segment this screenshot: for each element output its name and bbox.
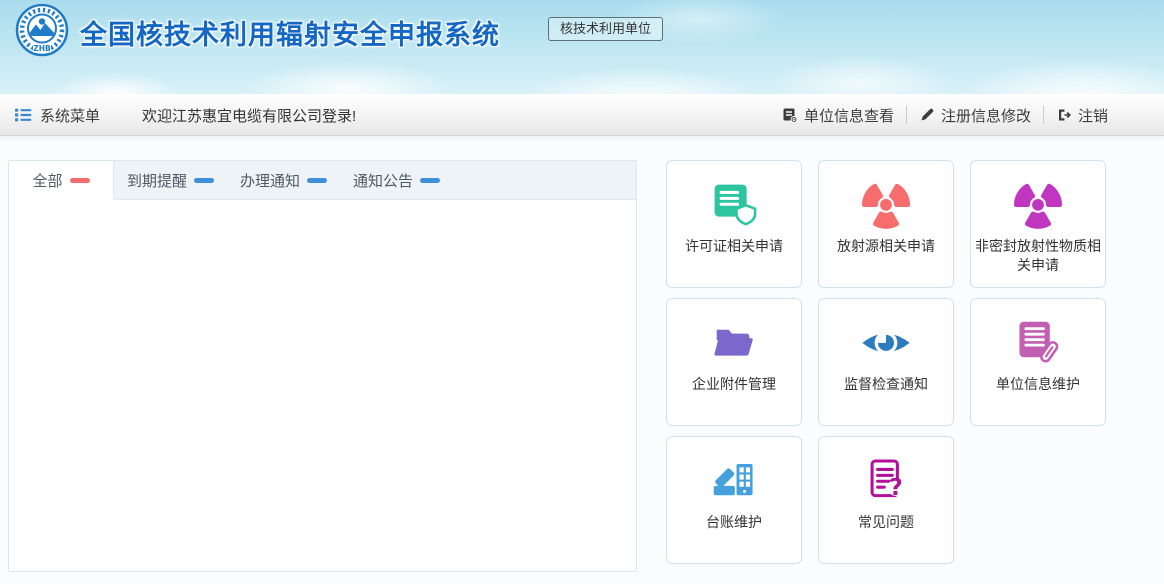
card-label: 企业附件管理 <box>688 375 780 394</box>
page: ZHB 全国核技术利用辐射安全申报系统 核技术利用单位 系统菜单 欢迎江苏惠宜电… <box>0 0 1164 584</box>
doc-paperclip-icon <box>1011 315 1065 369</box>
tab-processing-notice[interactable]: 办理通知 <box>227 161 340 199</box>
logout-link[interactable]: 注销 <box>1056 105 1108 126</box>
radiation-icon <box>859 177 913 231</box>
app-logo-icon: ZHB <box>14 2 70 58</box>
card-supervision-inspection-notice[interactable]: 监督检查通知 <box>818 298 954 426</box>
card-ledger-maintenance[interactable]: 台账维护 <box>666 436 802 564</box>
divider <box>1043 106 1044 124</box>
register-info-edit-label: 注册信息修改 <box>941 105 1031 126</box>
notice-tabbar: 全部 到期提醒 办理通知 通知公告 <box>9 161 636 200</box>
card-label: 单位信息维护 <box>992 375 1084 394</box>
card-label: 非密封放射性物质相关申请 <box>971 237 1105 275</box>
unit-info-icon <box>782 107 798 123</box>
tab-dash <box>307 178 327 183</box>
card-license-application[interactable]: 许可证相关申请 <box>666 160 802 288</box>
pencil-icon <box>919 107 935 123</box>
divider <box>906 106 907 124</box>
card-faq[interactable]: ? 常见问题 <box>818 436 954 564</box>
tab-expiry-reminder[interactable]: 到期提醒 <box>114 161 227 199</box>
unit-info-view-label: 单位信息查看 <box>804 105 894 126</box>
menubar-actions: 单位信息查看 注册信息修改 注销 <box>782 105 1150 126</box>
radiation-icon <box>1011 177 1065 231</box>
card-label: 放射源相关申请 <box>833 237 939 256</box>
system-menu-button[interactable]: 系统菜单 <box>14 105 100 126</box>
menu-list-icon <box>14 107 32 123</box>
card-label: 台账维护 <box>702 513 766 532</box>
tab-all[interactable]: 全部 <box>9 161 114 200</box>
svg-text:ZHB: ZHB <box>33 44 51 53</box>
user-type-badge: 核技术利用单位 <box>548 17 663 41</box>
ledger-building-icon <box>707 453 761 507</box>
card-radiation-source-application[interactable]: 放射源相关申请 <box>818 160 954 288</box>
faq-doc-icon: ? <box>859 453 913 507</box>
register-info-edit-link[interactable]: 注册信息修改 <box>919 105 1031 126</box>
unit-info-view-link[interactable]: 单位信息查看 <box>782 105 894 126</box>
card-label: 常见问题 <box>854 513 918 532</box>
card-unsealed-material-application[interactable]: 非密封放射性物质相关申请 <box>970 160 1106 288</box>
card-unit-info-maintenance[interactable]: 单位信息维护 <box>970 298 1106 426</box>
menubar: 系统菜单 欢迎江苏惠宜电缆有限公司登录! 单位信息查看 注册信息修改 <box>0 94 1164 136</box>
tab-announcement-label: 通知公告 <box>353 170 413 191</box>
app-header: ZHB 全国核技术利用辐射安全申报系统 核技术利用单位 <box>0 0 1164 94</box>
notice-list-empty <box>9 200 636 573</box>
logout-label: 注销 <box>1078 105 1108 126</box>
function-cards: 许可证相关申请 放射源相关申请 非密 <box>666 160 1106 564</box>
open-folder-icon <box>707 315 761 369</box>
system-menu-label: 系统菜单 <box>40 105 100 126</box>
tab-processing-label: 办理通知 <box>240 170 300 191</box>
app-title: 全国核技术利用辐射安全申报系统 <box>80 13 500 52</box>
card-enterprise-attachments[interactable]: 企业附件管理 <box>666 298 802 426</box>
tab-dash <box>70 178 90 183</box>
tab-dash <box>420 178 440 183</box>
eye-icon <box>859 315 913 369</box>
card-label: 许可证相关申请 <box>681 237 787 256</box>
svg-text:?: ? <box>890 475 903 501</box>
welcome-text: 欢迎江苏惠宜电缆有限公司登录! <box>142 105 356 126</box>
tab-expiry-label: 到期提醒 <box>127 170 187 191</box>
tab-announcement[interactable]: 通知公告 <box>340 161 453 199</box>
logout-icon <box>1056 107 1072 123</box>
card-label: 监督检查通知 <box>840 375 932 394</box>
tab-all-label: 全部 <box>32 170 62 191</box>
license-shield-icon <box>707 177 761 231</box>
notice-panel: 全部 到期提醒 办理通知 通知公告 <box>8 160 637 572</box>
tab-dash <box>194 178 214 183</box>
